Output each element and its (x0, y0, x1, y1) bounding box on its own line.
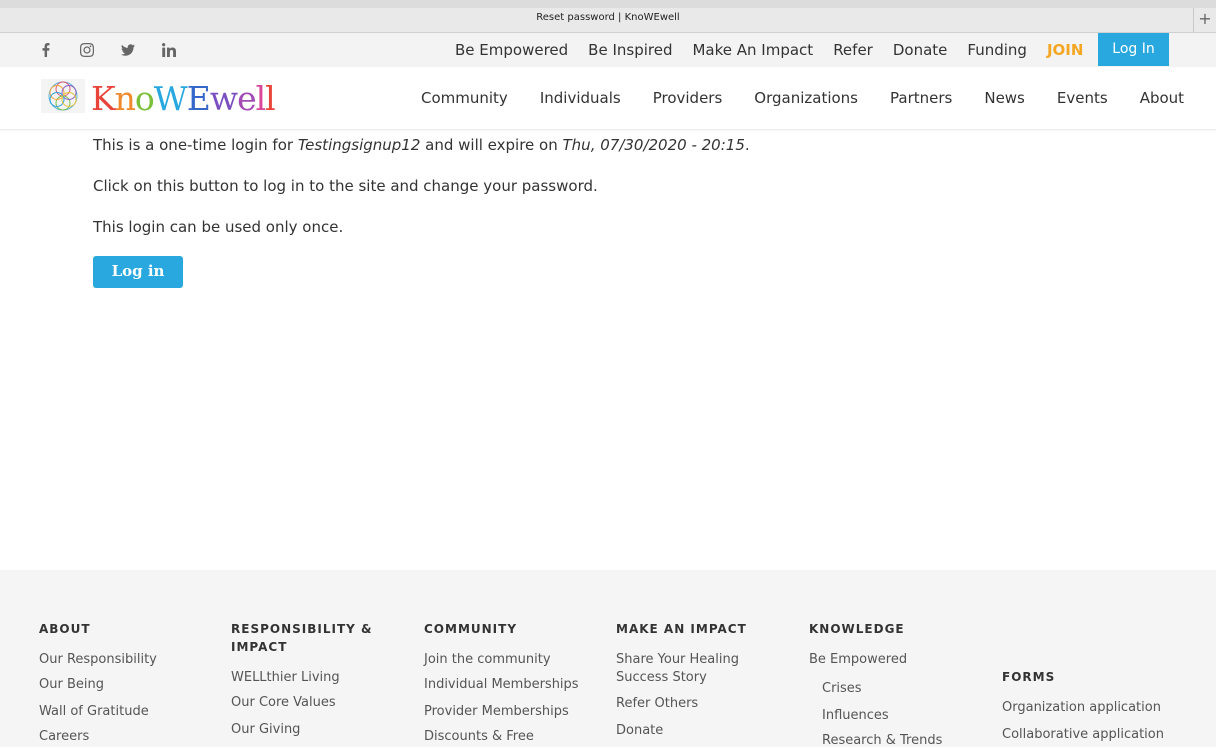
footer-heading-knowledge: KNOWLEDGE (809, 622, 905, 636)
site-header: KnoWEwell Community Individuals Provider… (0, 67, 1216, 130)
nav-individuals[interactable]: Individuals (540, 89, 621, 107)
footer-link[interactable]: Wall of Gratitude (39, 704, 157, 719)
footer-heading-impact: MAKE AN IMPACT (616, 622, 747, 636)
secondary-nav: Be Empowered Be Inspired Make An Impact … (455, 41, 1103, 59)
footer-link[interactable]: Influences (809, 708, 942, 723)
footer-link[interactable]: Join the community (424, 652, 579, 667)
footer-link[interactable]: Provider Memberships (424, 704, 579, 719)
site-footer: ABOUT Our Responsibility Our Being Wall … (0, 570, 1216, 748)
nav-funding[interactable]: Funding (967, 41, 1027, 59)
flower-of-life-icon (41, 79, 85, 113)
footer-link[interactable]: Donate (616, 723, 747, 738)
nav-about[interactable]: About (1140, 89, 1184, 107)
nav-organizations[interactable]: Organizations (754, 89, 858, 107)
footer-link[interactable]: Be Empowered (809, 652, 942, 667)
social-links (36, 41, 200, 59)
footer-link[interactable]: WELLthier Living (231, 670, 372, 685)
footer-link[interactable]: Research & Trends (809, 733, 942, 748)
nav-make-an-impact[interactable]: Make An Impact (692, 41, 813, 59)
main-nav: Community Individuals Providers Organiza… (421, 89, 1184, 107)
twitter-icon[interactable] (118, 41, 159, 59)
nav-be-inspired[interactable]: Be Inspired (588, 41, 672, 59)
footer-heading-responsibility: RESPONSIBILITY & IMPACT (231, 622, 373, 654)
footer-heading-forms: FORMS (1002, 670, 1056, 684)
footer-heading-about: ABOUT (39, 622, 91, 636)
footer-link[interactable]: Refer Others (616, 696, 747, 711)
nav-be-empowered[interactable]: Be Empowered (455, 41, 568, 59)
footer-link[interactable]: Organization application (1002, 700, 1164, 715)
footer-link[interactable]: Individual Memberships (424, 677, 579, 692)
footer-heading-community: COMMUNITY (424, 622, 518, 636)
login-button[interactable]: Log In (1098, 33, 1169, 66)
join-link[interactable]: JOIN (1047, 41, 1083, 59)
nav-events[interactable]: Events (1057, 89, 1108, 107)
browser-title-bar: Reset password | KnoWEwell + (0, 0, 1216, 33)
footer-link[interactable]: Our Giving (231, 722, 372, 737)
browser-top-strip (0, 0, 1216, 8)
expiry-date: Thu, 07/30/2020 - 20:15 (562, 136, 745, 154)
footer-col-knowledge: KNOWLEDGE Be Empowered Crises Influences… (809, 620, 942, 748)
facebook-icon[interactable] (36, 41, 77, 59)
footer-col-impact: MAKE AN IMPACT Share Your Healing Succes… (616, 620, 747, 738)
footer-link[interactable]: Our Core Values (231, 695, 372, 710)
new-tab-button[interactable]: + (1193, 8, 1216, 32)
knowewell-logo[interactable]: KnoWEwell (41, 77, 287, 118)
footer-link[interactable]: Collaborative application (1002, 727, 1164, 742)
instruction-line: Click on this button to log in to the si… (93, 177, 598, 195)
footer-col-community: COMMUNITY Join the community Individual … (424, 620, 579, 744)
one-time-login-button[interactable]: Log in (93, 256, 183, 288)
one-time-login-line: This is a one-time login for Testingsign… (93, 136, 750, 154)
instagram-icon[interactable] (77, 41, 118, 59)
reset-password-message: This is a one-time login for Testingsign… (93, 135, 993, 258)
footer-link[interactable]: Share Your Healing (616, 652, 747, 667)
single-use-notice: This login can be used only once. (93, 218, 344, 236)
nav-providers[interactable]: Providers (653, 89, 723, 107)
footer-col-about: ABOUT Our Responsibility Our Being Wall … (39, 620, 157, 744)
linkedin-icon[interactable] (159, 41, 200, 59)
footer-link[interactable]: Our Responsibility (39, 652, 157, 667)
footer-link[interactable]: Crises (809, 681, 942, 696)
footer-col-responsibility: RESPONSIBILITY & IMPACT WELLthier Living… (231, 620, 372, 737)
footer-link[interactable]: Success Story (616, 670, 747, 685)
browser-tab-title: Reset password | KnoWEwell (536, 12, 680, 23)
nav-news[interactable]: News (984, 89, 1025, 107)
nav-community[interactable]: Community (421, 89, 508, 107)
footer-link[interactable]: Our Being (39, 677, 157, 692)
footer-link[interactable]: Discounts & Free (424, 729, 579, 744)
nav-refer[interactable]: Refer (833, 41, 873, 59)
footer-link[interactable]: Careers (39, 729, 157, 744)
brand-wordmark: KnoWEwell (91, 79, 276, 118)
username: Testingsignup12 (297, 136, 421, 154)
nav-donate[interactable]: Donate (893, 41, 948, 59)
footer-col-forms: FORMS Organization application Collabora… (1002, 668, 1164, 742)
top-utility-bar: Be Empowered Be Inspired Make An Impact … (0, 33, 1216, 67)
nav-partners[interactable]: Partners (890, 89, 952, 107)
